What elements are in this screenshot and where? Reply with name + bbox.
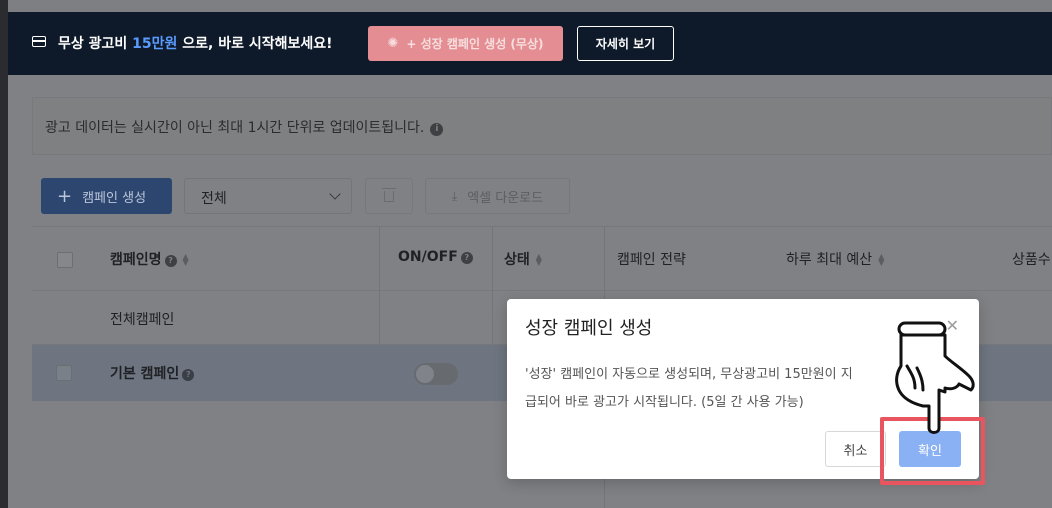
select-all-checkbox[interactable]: [57, 252, 73, 268]
filter-select-value: 전체: [201, 191, 227, 207]
header-daily-budget[interactable]: 하루 최대 예산 ▲ ▼: [786, 249, 884, 269]
window-left-edge: [0, 0, 8, 508]
cancel-button[interactable]: 취소: [825, 431, 886, 467]
notice-text: 광고 데이터는 실시간이 아닌 최대 1시간 단위로 업데이트됩니다.: [45, 120, 425, 136]
notice-text-wrap: 광고 데이터는 실시간이 아닌 최대 1시간 단위로 업데이트됩니다. i: [45, 117, 444, 137]
download-icon: ⤓: [451, 188, 458, 203]
card-icon: [32, 36, 46, 47]
banner-text-highlight: 15만원: [132, 36, 178, 52]
header-daily-budget-label: 하루 최대 예산: [786, 252, 873, 268]
banner-text-suffix: 으로, 바로 시작해보세요!: [177, 36, 333, 52]
create-campaign-button[interactable]: + 캠페인 생성: [41, 178, 172, 214]
sort-icon[interactable]: ▲ ▼: [183, 253, 189, 267]
help-icon[interactable]: ?: [460, 252, 473, 264]
create-growth-campaign-button[interactable]: ✺ + 성장 캠페인 생성 (무상): [368, 26, 563, 61]
table-header: 캠페인명? ▲ ▼ ON/OFF? 상태 ▲ ▼ 캠페인 전략 하루 최대 예산 ▲ ▼ 상…: [32, 227, 1052, 291]
pointing-hand-icon: [895, 321, 975, 434]
row-campaign-name[interactable]: 기본 캠페인?: [110, 363, 195, 383]
dialog-body-line1: '성장' 캠페인이 자동으로 생성되며, 무상광고비 15만원이 지: [525, 367, 853, 382]
delete-button[interactable]: [365, 178, 413, 214]
header-strategy-label: 캠페인 전략: [617, 252, 686, 268]
trash-icon: [382, 187, 396, 202]
dialog-title: 성장 캠페인 생성: [525, 318, 653, 339]
create-growth-campaign-label: + 성장 캠페인 생성 (무상): [406, 37, 544, 51]
filter-select[interactable]: 전체: [184, 178, 352, 214]
header-status[interactable]: 상태 ▲ ▼: [504, 249, 542, 269]
header-products-label: 상품수: [1012, 252, 1051, 268]
header-on-off: ON/OFF?: [398, 249, 473, 265]
top-strip: [8, 0, 1052, 12]
help-icon[interactable]: ?: [182, 369, 195, 381]
row-campaign-name-label: 기본 캠페인: [110, 366, 180, 382]
header-on-off-label: ON/OFF: [398, 249, 458, 265]
row-campaign-name: 전체캠페인: [110, 312, 175, 328]
view-details-button[interactable]: 자세히 보기: [577, 26, 674, 61]
update-notice: 광고 데이터는 실시간이 아닌 최대 1시간 단위로 업데이트됩니다. i: [32, 97, 1052, 155]
header-campaign-name-label: 캠페인명: [110, 252, 162, 268]
sparkle-icon: ✺: [387, 36, 399, 51]
plus-icon: +: [57, 185, 73, 207]
help-icon[interactable]: ?: [164, 255, 177, 267]
dialog-body: '성장' 캠페인이 자동으로 생성되며, 무상광고비 15만원이 지 급되어 바…: [525, 361, 905, 417]
banner-text-prefix: 무상 광고비: [58, 36, 133, 52]
sort-icon[interactable]: ▲ ▼: [536, 253, 542, 267]
header-products: 상품수: [1012, 249, 1051, 269]
campaign-on-off-toggle[interactable]: [414, 363, 458, 385]
create-campaign-label: 캠페인 생성: [82, 190, 147, 206]
promo-banner: 무상 광고비 15만원 으로, 바로 시작해보세요! ✺ + 성장 캠페인 생성…: [8, 12, 1052, 75]
row-checkbox[interactable]: [56, 365, 72, 381]
banner-text: 무상 광고비 15만원 으로, 바로 시작해보세요!: [58, 33, 333, 53]
header-campaign-name[interactable]: 캠페인명? ▲ ▼: [110, 249, 189, 269]
sort-icon[interactable]: ▲ ▼: [878, 253, 884, 267]
excel-download-button[interactable]: ⤓ 엑셀 다운로드: [425, 178, 570, 214]
chevron-down-icon: [329, 188, 341, 200]
info-icon[interactable]: i: [430, 123, 444, 136]
header-strategy: 캠페인 전략: [617, 249, 686, 269]
dialog-body-line2: 급되어 바로 광고가 시작됩니다. (5일 간 사용 가능): [525, 395, 804, 410]
excel-download-label: 엑셀 다운로드: [467, 190, 544, 206]
campaign-toolbar: + 캠페인 생성 전체 ⤓ 엑셀 다운로드: [32, 170, 1052, 226]
header-status-label: 상태: [504, 252, 530, 268]
